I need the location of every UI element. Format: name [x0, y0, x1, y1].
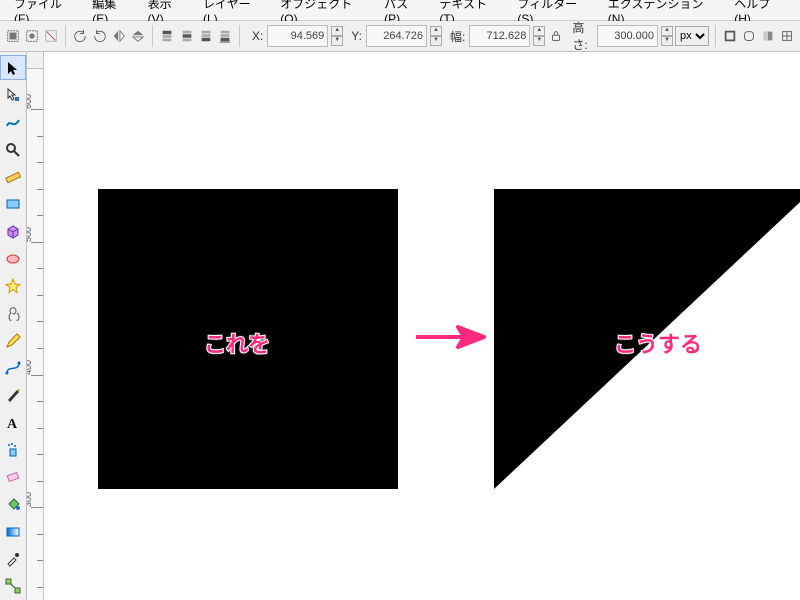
y-input[interactable] — [366, 25, 427, 47]
raise-icon[interactable] — [178, 25, 195, 47]
x-input[interactable] — [267, 25, 328, 47]
toolbox: A — [0, 52, 27, 600]
ruler-left-label: 500 — [27, 227, 33, 242]
flip-vertical-icon[interactable] — [129, 25, 146, 47]
height-input[interactable] — [597, 25, 658, 47]
annotation-left: これを — [204, 327, 270, 359]
y-label: Y: — [351, 29, 362, 43]
ruler-left-label: 400 — [27, 359, 33, 374]
node-tool[interactable] — [0, 82, 26, 107]
tweak-tool[interactable] — [0, 110, 26, 135]
flip-horizontal-icon[interactable] — [110, 25, 127, 47]
affect-corners-icon[interactable] — [741, 25, 758, 47]
select-all-layers-icon[interactable] — [4, 25, 21, 47]
width-spinner[interactable]: ▲▼ — [533, 26, 545, 46]
lower-to-bottom-icon[interactable] — [216, 25, 233, 47]
dropper-tool[interactable] — [0, 546, 26, 571]
ruler-left-label: 600 — [27, 94, 33, 109]
x-label: X: — [252, 29, 263, 43]
ellipse-tool[interactable] — [0, 246, 26, 271]
affect-stroke-icon[interactable] — [722, 25, 739, 47]
zoom-tool[interactable] — [0, 137, 26, 162]
rectangle-tool[interactable] — [0, 191, 26, 216]
width-input[interactable] — [469, 25, 530, 47]
annotation-right: こうする — [614, 327, 702, 359]
height-spinner[interactable]: ▲▼ — [661, 26, 673, 46]
affect-pattern-icon[interactable] — [779, 25, 796, 47]
height-label: 高さ: — [572, 19, 593, 53]
canvas[interactable]: これを こうする — [44, 69, 800, 600]
width-label: 幅: — [450, 28, 465, 45]
rotate-ccw-icon[interactable] — [72, 25, 89, 47]
pencil-tool[interactable] — [0, 328, 26, 353]
3dbox-tool[interactable] — [0, 219, 26, 244]
eraser-tool[interactable] — [0, 464, 26, 489]
ruler-vertical[interactable]: 600 500 400 300 — [27, 69, 44, 600]
spray-tool[interactable] — [0, 437, 26, 462]
raise-to-top-icon[interactable] — [159, 25, 176, 47]
lock-aspect-icon[interactable] — [547, 25, 564, 47]
text-tool[interactable]: A — [0, 410, 26, 435]
select-same-icon[interactable] — [23, 25, 40, 47]
canvas-area: 0100200300400500600700800 600500400300 — [27, 52, 800, 600]
rotate-cw-icon[interactable] — [91, 25, 108, 47]
affect-gradient-icon[interactable] — [760, 25, 777, 47]
x-spinner[interactable]: ▲▼ — [331, 26, 343, 46]
svg-text:A: A — [7, 417, 18, 431]
options-bar: X: ▲▼ Y: ▲▼ 幅: ▲▼ 高さ: ▲▼ px — [0, 21, 800, 52]
paint-bucket-tool[interactable] — [0, 492, 26, 517]
deselect-icon[interactable] — [42, 25, 59, 47]
spiral-tool[interactable] — [0, 301, 26, 326]
calligraphy-tool[interactable] — [0, 383, 26, 408]
ruler-corner[interactable] — [27, 52, 44, 69]
ruler-left-label: 300 — [27, 492, 33, 507]
gradient-tool[interactable] — [0, 519, 26, 544]
connector-tool[interactable] — [0, 574, 26, 599]
measure-tool[interactable] — [0, 164, 26, 189]
lower-icon[interactable] — [197, 25, 214, 47]
y-spinner[interactable]: ▲▼ — [430, 26, 442, 46]
bezier-tool[interactable] — [0, 355, 26, 380]
menubar: ファイル(F) 編集(E) 表示(V) レイヤー(L) オブジェクト(O) パス… — [0, 0, 800, 21]
selector-tool[interactable] — [0, 55, 26, 80]
unit-select[interactable]: px — [675, 26, 709, 46]
arrow-icon — [414, 321, 486, 353]
star-tool[interactable] — [0, 273, 26, 298]
